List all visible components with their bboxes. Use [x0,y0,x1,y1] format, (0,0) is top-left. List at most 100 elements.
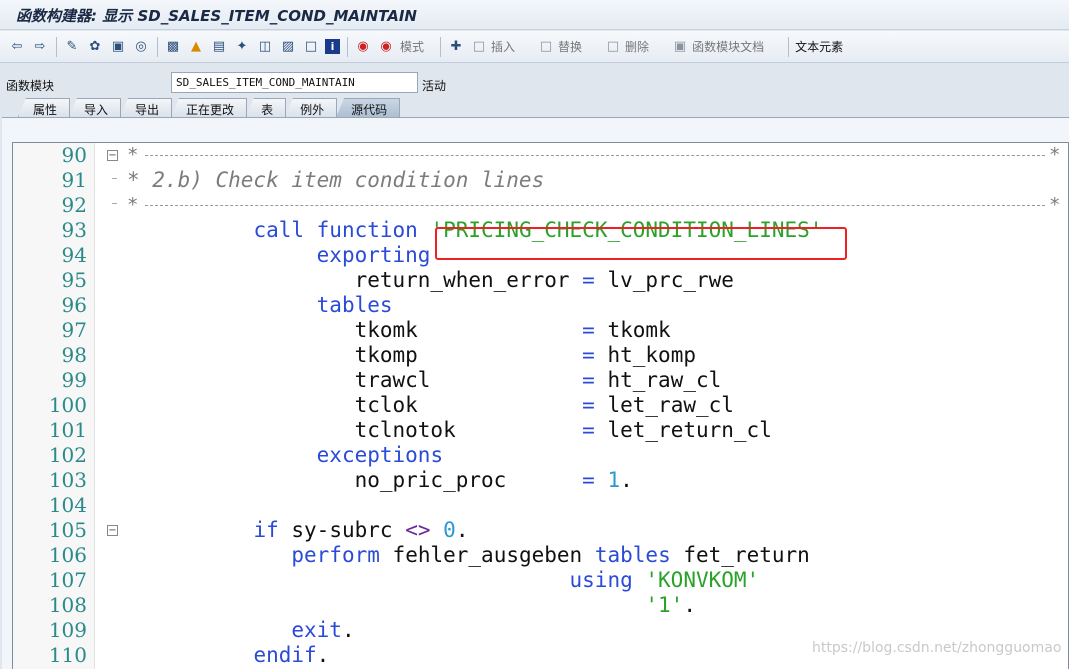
function-module-field[interactable]: SD_SALES_ITEM_COND_MAINTAIN [171,72,418,93]
keyword: using [569,568,633,592]
function-module-label: 函数模块 [6,79,55,93]
activate-icon[interactable]: ▲ [187,37,205,57]
variable: fet_return [683,543,810,567]
toolbar-separator [157,36,158,57]
active-inactive-icon[interactable]: ✿ [86,37,104,57]
object-list-icon[interactable]: ▨ [279,37,297,57]
line-number: 102 [48,443,87,467]
fold-guide [112,178,117,179]
code-text: exceptions [127,443,443,468]
other-object-icon[interactable]: ▣ [109,37,127,57]
tab-source-code[interactable]: 源代码 [336,98,401,117]
code-line: 99 trawcl = ht_raw_cl [13,368,1068,393]
info-icon[interactable]: i [325,39,340,54]
stop-icon[interactable]: ◉ [354,37,372,57]
line-number: 107 [48,568,87,592]
tab-import[interactable]: 导入 [69,98,122,117]
toolbar-separator [788,36,790,57]
replace-button[interactable]: □ 替换 [537,37,596,57]
line-number: 110 [48,643,87,667]
code-line: 103 no_pric_proc = 1. [13,468,1068,493]
back-arrow-icon[interactable]: ⇦ [8,37,26,57]
tab-changing[interactable]: 正在更改 [171,98,248,117]
text-elements-button[interactable]: 文本元素 [795,38,843,55]
value: lv_prc_rwe [607,268,734,292]
parameter: return_when_error [354,268,570,292]
code-line: 104 [13,493,1068,518]
line-number: 108 [48,593,87,617]
tab-strip: 属性 导入 导出 正在更改 表 例外 源代码 [18,98,401,117]
number-literal: 1 [607,468,621,492]
code-text: return_when_error = lv_prc_rwe [127,268,734,293]
fm-doc-button[interactable]: ▣ 函数模块文档 [671,37,778,57]
tab-tables[interactable]: 表 [246,98,287,117]
line-number: 94 [61,243,87,267]
value: ht_raw_cl [607,368,722,392]
statement-end: . [683,593,696,617]
status-text: 活动 [422,79,447,93]
code-text: tclnotok = let_return_cl [127,418,772,443]
display-change-icon[interactable]: ✎ [63,37,81,57]
line-number: 101 [48,418,87,442]
fold-guide [112,203,117,204]
code-line: 101 tclnotok = let_return_cl [13,418,1068,443]
statement-end: . [455,518,469,542]
keyword: exit [291,618,342,642]
line-number: 105 [48,518,87,542]
operator: = [582,318,595,342]
insert-button[interactable]: □ 插入 [470,37,529,57]
code-line: 100 tclok = let_raw_cl [13,393,1068,418]
test-icon[interactable]: ▤ [210,37,228,57]
operator: = [582,368,595,392]
code-line: 91 * 2.b) Check item condition lines [13,168,1068,193]
pattern-button[interactable]: 模式 [400,38,424,55]
statement-end: . [316,643,330,667]
navigate-icon[interactable]: ✦ [233,37,251,57]
value: tkomk [607,318,671,342]
code-line: 108 '1'. [13,593,1068,618]
check-icon[interactable]: ◎ [132,37,150,57]
line-number: 109 [48,618,87,642]
parameter: tclok [354,393,418,417]
form-name: fehler_ausgeben [392,543,583,567]
keyword: call function [253,218,418,242]
window-title: 函数构建器: 显示 SD_SALES_ITEM_COND_MAINTAIN [0,0,1069,30]
operator: = [582,418,595,442]
comment-star: * [127,144,139,166]
hierarchy-icon[interactable]: ◫ [256,37,274,57]
code-line: 92 * * [13,193,1068,218]
line-number: 91 [61,168,87,192]
watermark: https://blog.csdn.net/zhongguomao [812,640,1062,656]
keyword: endif [253,643,317,667]
breakpoint-icon[interactable]: ◉ [377,37,395,57]
fold-toggle-icon[interactable]: − [107,150,118,161]
comment-star: * [1049,144,1061,166]
tab-panel: 90 − * * 91 * 2.b) Check item condition … [2,117,1069,669]
keyword: exporting [316,243,431,267]
code-text: using 'KONVKOM' [127,568,760,593]
forward-arrow-icon[interactable]: ⇨ [31,37,49,57]
insert-icon: □ [472,39,486,54]
code-text: tkomp = ht_komp [127,343,696,368]
tab-exceptions[interactable]: 例外 [285,98,338,117]
code-text: if sy-subrc <> 0. [127,518,468,543]
code-line: 97 tkomk = tkomk [13,318,1068,343]
value: let_return_cl [607,418,772,442]
replace-label: 替换 [558,40,583,54]
where-used-icon[interactable]: ▩ [164,37,182,57]
operator: = [582,268,595,292]
code-editor[interactable]: 90 − * * 91 * 2.b) Check item condition … [12,142,1069,669]
delete-button[interactable]: □ 删除 [604,37,663,57]
operator: = [582,393,595,417]
display-object-icon[interactable]: □ [302,37,320,57]
parameter: tkomk [354,318,418,342]
operator: = [582,343,595,367]
code-text: '1'. [127,593,696,618]
block-icon[interactable]: ✚ [447,37,465,57]
code-line: 96 tables [13,293,1068,318]
fold-toggle-icon[interactable]: − [107,525,118,536]
keyword: if [253,518,279,542]
tab-export[interactable]: 导出 [120,98,173,117]
line-number: 100 [48,393,87,417]
tab-attributes[interactable]: 属性 [18,98,71,117]
